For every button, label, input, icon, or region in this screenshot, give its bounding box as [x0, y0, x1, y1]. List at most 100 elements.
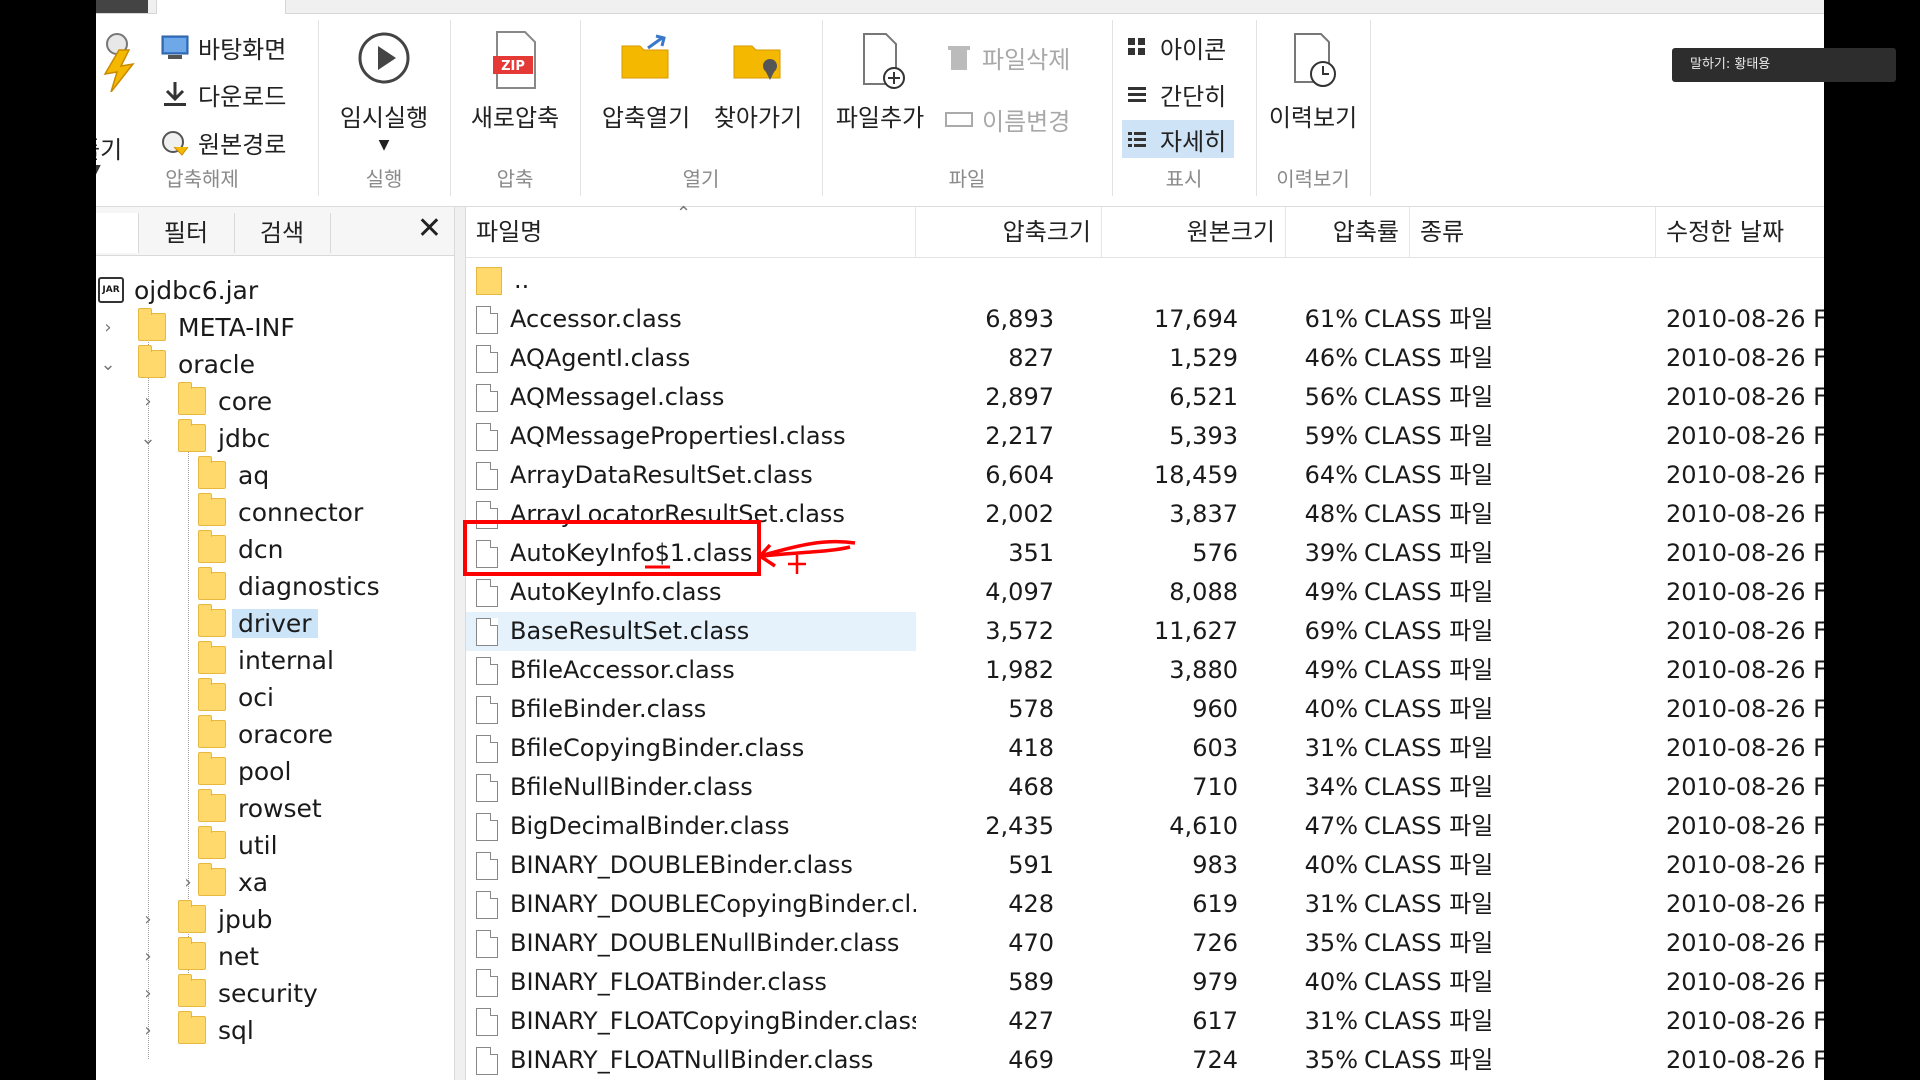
file-type: CLASS 파일 [1364, 656, 1494, 684]
view-simple-button[interactable]: 간단히 [1122, 75, 1226, 113]
tree-item-jdbc[interactable]: ⌄ jdbc [138, 419, 270, 455]
table-row[interactable]: Accessor.class 6,893 17,694 61% CLASS 파일 2010… [466, 300, 1824, 339]
extract-button[interactable]: 풀기 ▼ [96, 30, 150, 178]
goto-button[interactable]: 찾아가기 [702, 30, 814, 133]
history-button[interactable]: 이력보기 [1256, 30, 1370, 133]
tab-filter[interactable]: 필터 [138, 213, 235, 253]
table-row[interactable]: BfileCopyingBinder.class 418 603 31% CLASS 파… [466, 729, 1824, 768]
close-icon[interactable]: ✕ [417, 211, 442, 246]
file-type: CLASS 파일 [1364, 695, 1494, 723]
tree-item-sql[interactable]: › sql [138, 1011, 254, 1047]
folder-icon [198, 493, 226, 526]
chevron-right-icon[interactable]: › [98, 317, 118, 338]
table-row[interactable]: AQMessageI.class 2,897 6,521 56% CLASS 파일 201… [466, 378, 1824, 417]
chevron-down-icon[interactable]: ⌄ [138, 428, 158, 449]
col-modified[interactable]: 수정한 날짜 [1656, 207, 1824, 257]
tree-item-core[interactable]: › core [138, 382, 273, 418]
compressed-size: 2,217 [985, 422, 1054, 450]
tab-search-label: 검색 [259, 219, 305, 247]
tree-item-util[interactable]: util [198, 826, 278, 862]
folder-icon [198, 604, 226, 637]
table-row[interactable]: AutoKeyInfo$1.class 351 576 39% CLASS 파일 2010… [466, 534, 1824, 573]
table-row[interactable]: BINARY_FLOATNullBinder.class 469 724 35% CLA… [466, 1041, 1824, 1080]
open-archive-button[interactable]: 압축열기 [590, 30, 702, 133]
col-type[interactable]: 종류 [1410, 207, 1656, 257]
table-row[interactable]: AutoKeyInfo.class 4,097 8,088 49% CLASS 파일 20… [466, 573, 1824, 612]
tree-item-xa[interactable]: › xa [178, 863, 268, 899]
tree-item-oci[interactable]: oci [198, 678, 274, 714]
chevron-right-icon[interactable]: › [138, 909, 158, 930]
table-row[interactable]: BINARY_FLOATCopyingBinder.class 427 617 31%… [466, 1002, 1824, 1041]
col-original[interactable]: 원본크기 [1102, 207, 1286, 257]
tree-item-jpub[interactable]: › jpub [138, 900, 273, 936]
compressed-size: 6,893 [985, 305, 1054, 333]
view-icons-button[interactable]: 아이콘 [1122, 28, 1226, 66]
compression-ratio: 31% [1304, 890, 1358, 918]
chevron-down-icon[interactable]: ⌄ [98, 354, 118, 375]
view-details-button[interactable]: 자세히 [1122, 120, 1235, 158]
parent-folder-row[interactable]: .. [466, 261, 1824, 300]
tab-tree[interactable] [96, 213, 139, 253]
original-size: 3,880 [1169, 656, 1238, 684]
tree-item-oracore[interactable]: oracore [198, 715, 333, 751]
chevron-right-icon[interactable]: › [138, 946, 158, 967]
tree-item-dcn[interactable]: dcn [198, 530, 283, 566]
extract-desktop-label: 바탕화면 [198, 35, 287, 64]
ribbon-tab-file[interactable] [96, 0, 148, 13]
file-name-cell: AQAgentI.class [466, 339, 916, 378]
tree-item-security[interactable]: › security [138, 974, 318, 1010]
original-size: 983 [1192, 851, 1238, 879]
chevron-right-icon[interactable]: › [138, 1020, 158, 1041]
new-compress-button[interactable]: ZIP 새로압축 [450, 30, 580, 133]
extract-to-desktop[interactable]: 바탕화면 [160, 28, 286, 66]
col-compressed[interactable]: 압축크기 [916, 207, 1102, 257]
add-file-button[interactable]: 파일추가 [822, 30, 938, 133]
tree-item-rowset[interactable]: rowset [198, 789, 322, 825]
file-icon [476, 1046, 498, 1075]
rename-file-label: 이름변경 [982, 107, 1071, 136]
tree-item-diagnostics[interactable]: diagnostics [198, 567, 380, 603]
compression-ratio: 40% [1304, 968, 1358, 996]
table-row[interactable]: BINARY_FLOATBinder.class 589 979 40% CLASS 파… [466, 963, 1824, 1002]
panel-splitter[interactable] [454, 207, 466, 1080]
chevron-right-icon[interactable]: › [138, 391, 158, 412]
temp-run-button[interactable]: 임시실행 ▼ [318, 30, 450, 153]
table-row[interactable]: BigDecimalBinder.class 2,435 4,610 47% CLASS… [466, 807, 1824, 846]
tree-item-root[interactable]: JAR ojdbc6.jar [98, 273, 258, 307]
chevron-right-icon[interactable]: › [178, 872, 198, 893]
tab-search[interactable]: 검색 [234, 213, 331, 253]
folder-icon [178, 974, 206, 1007]
table-row[interactable]: ArrayLocatorResultSet.class 2,002 3,837 48%… [466, 495, 1824, 534]
compression-ratio: 35% [1304, 1046, 1358, 1074]
col-ratio[interactable]: 압축률 [1286, 207, 1410, 257]
tree-item-driver[interactable]: driver [198, 604, 318, 640]
extract-to-source[interactable]: 원본경로 [160, 123, 286, 161]
table-row[interactable]: AQAgentI.class 827 1,529 46% CLASS 파일 2010-08… [466, 339, 1824, 378]
tree-item-internal[interactable]: internal [198, 641, 334, 677]
table-row[interactable]: BfileNullBinder.class 468 710 34% CLASS 파일 20… [466, 768, 1824, 807]
rename-file-button[interactable]: 이름변경 [944, 100, 1070, 138]
chevron-right-icon[interactable]: › [138, 983, 158, 1004]
table-row[interactable]: AQMessagePropertiesI.class 2,217 5,393 59% C… [466, 417, 1824, 456]
tree-item-pool[interactable]: pool [198, 752, 291, 788]
table-row[interactable]: ArrayDataResultSet.class 6,604 18,459 64% CL… [466, 456, 1824, 495]
tree-item-aq[interactable]: aq [198, 456, 269, 492]
tree-item-net[interactable]: › net [138, 937, 259, 973]
ribbon-tab-active[interactable] [156, 0, 286, 14]
table-row[interactable]: BfileAccessor.class 1,982 3,880 49% CLASS 파일… [466, 651, 1824, 690]
file-icon [476, 968, 498, 997]
tree-item-meta-inf[interactable]: › META-INF [98, 308, 295, 344]
tree-item-connector[interactable]: connector [198, 493, 363, 529]
extract-to-downloads[interactable]: 다운로드 [160, 75, 286, 113]
tree-item-label: core [218, 386, 273, 416]
table-row[interactable]: BINARY_DOUBLECopyingBinder.cl... 428 619 31… [466, 885, 1824, 924]
table-row[interactable]: BINARY_DOUBLEBinder.class 591 983 40% CLASS … [466, 846, 1824, 885]
table-row[interactable]: BaseResultSet.class 3,572 11,627 69% CLASS 파… [466, 612, 1824, 651]
table-row[interactable]: BfileBinder.class 578 960 40% CLASS 파일 2010-0… [466, 690, 1824, 729]
table-row[interactable]: BINARY_DOUBLENullBinder.class 470 726 35% CL… [466, 924, 1824, 963]
tree-item-oracle[interactable]: ⌄ oracle [98, 345, 255, 381]
delete-file-button[interactable]: 파일삭제 [944, 38, 1070, 76]
view-details-label: 자세히 [1160, 127, 1227, 156]
col-original-label: 원본크기 [1186, 218, 1275, 246]
file-name-cell: BfileNullBinder.class [466, 768, 916, 807]
